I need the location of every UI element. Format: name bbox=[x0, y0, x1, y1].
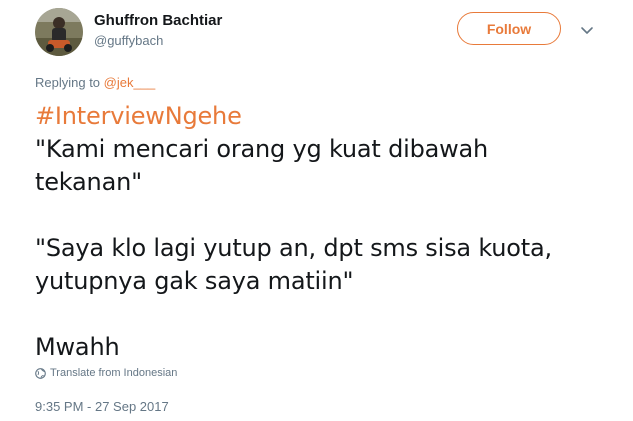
replying-to: Replying to @jek___ bbox=[35, 75, 155, 90]
tweet-line: "Saya klo lagi yutup an, dpt sms sisa ku… bbox=[35, 234, 552, 262]
tweet-text: #InterviewNgehe "Kami mencari orang yg k… bbox=[35, 100, 595, 364]
tweet-line: Mwahh bbox=[35, 333, 120, 361]
mention-link[interactable]: @jek___ bbox=[104, 75, 156, 90]
translate-label[interactable]: Translate from Indonesian bbox=[50, 367, 177, 379]
hashtag-link[interactable]: #InterviewNgehe bbox=[35, 100, 595, 133]
tweet-timestamp[interactable]: 9:35 PM - 27 Sep 2017 bbox=[35, 399, 169, 414]
display-name[interactable]: Ghuffron Bachtiar bbox=[94, 12, 222, 29]
replying-to-label: Replying to bbox=[35, 75, 101, 90]
avatar[interactable] bbox=[35, 8, 83, 56]
translate-link[interactable]: Translate from Indonesian bbox=[35, 367, 177, 379]
tweet-line: "Kami mencari orang yg kuat dibawah bbox=[35, 135, 489, 163]
chevron-down-icon[interactable] bbox=[579, 22, 595, 38]
follow-button[interactable]: Follow bbox=[457, 12, 561, 45]
tweet-line: yutupnya gak saya matiin" bbox=[35, 267, 354, 295]
tweet-line: tekanan" bbox=[35, 168, 142, 196]
globe-icon bbox=[35, 367, 46, 379]
user-handle[interactable]: @guffybach bbox=[94, 33, 163, 48]
